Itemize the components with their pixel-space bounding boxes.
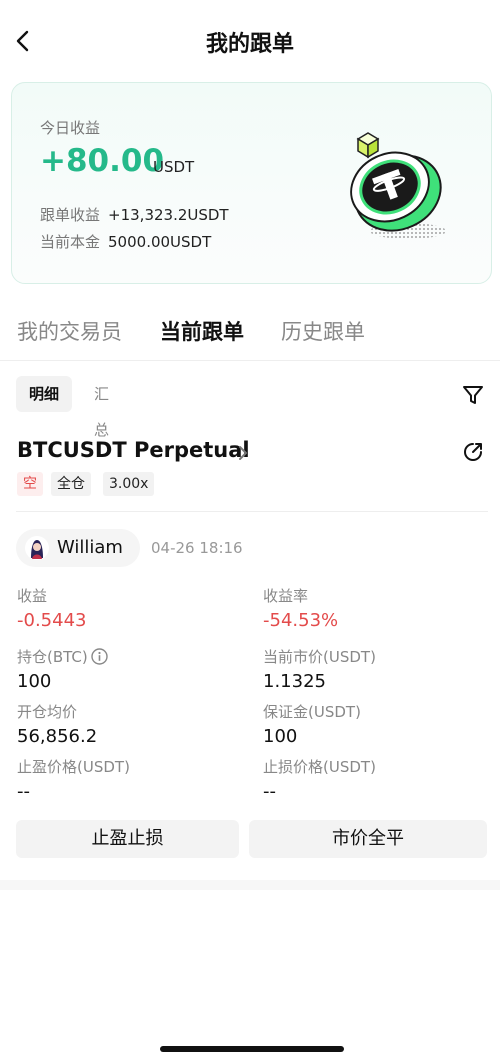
mark-price-field: 当前市价(USDT) 1.1325 bbox=[263, 646, 376, 692]
card-divider bbox=[16, 511, 488, 512]
sl-price-value: -- bbox=[263, 781, 276, 802]
entry-price-label: 开仓均价 bbox=[17, 703, 78, 721]
chevron-right-icon[interactable] bbox=[236, 443, 250, 463]
pnl-field: 收益 -0.5443 bbox=[17, 585, 86, 631]
size-value: 100 bbox=[17, 671, 52, 692]
roi-field: 收益率 -54.53% bbox=[263, 585, 338, 631]
home-indicator[interactable] bbox=[160, 1046, 344, 1052]
header: 我的跟单 bbox=[0, 0, 500, 80]
tabs-divider bbox=[0, 360, 500, 361]
tp-price-value: -- bbox=[17, 781, 30, 802]
copy-income-value: +13,323.2USDT bbox=[108, 206, 229, 224]
subtab-summary[interactable]: 汇总 bbox=[82, 376, 121, 439]
earnings-summary-card: 今日收益 +80.00 USDT 跟单收益 +13,323.2USDT 当前本金 5… bbox=[11, 82, 492, 284]
mark-price-value: 1.1325 bbox=[263, 671, 326, 692]
pnl-label: 收益 bbox=[17, 587, 48, 605]
sl-price-field: 止损价格(USDT) -- bbox=[263, 756, 376, 802]
margin-label: 保证金(USDT) bbox=[263, 703, 361, 721]
main-tabs: 我的交易员 当前跟单 历史跟单 bbox=[0, 312, 500, 352]
today-earnings-unit: USDT bbox=[153, 158, 195, 176]
size-label: 持仓(BTC) bbox=[17, 648, 88, 666]
principal-value: 5000.00USDT bbox=[108, 233, 212, 251]
tab-current-copy[interactable]: 当前跟单 bbox=[160, 316, 244, 346]
avatar-icon bbox=[25, 536, 49, 560]
trader-chip[interactable]: William bbox=[16, 529, 140, 567]
section-separator bbox=[0, 880, 500, 890]
mark-price-label: 当前市价(USDT) bbox=[263, 648, 376, 666]
margin-mode-tag: 全仓 bbox=[51, 472, 91, 496]
tether-coin-icon bbox=[350, 132, 446, 239]
pnl-value: -0.5443 bbox=[17, 610, 87, 631]
contract-name[interactable]: BTCUSDT Perpetual bbox=[17, 438, 250, 462]
margin-field: 保证金(USDT) 100 bbox=[263, 701, 361, 747]
tp-price-label: 止盈价格(USDT) bbox=[17, 758, 130, 776]
filter-icon[interactable] bbox=[461, 383, 485, 407]
tp-sl-button[interactable]: 止盈止损 bbox=[16, 820, 239, 858]
copy-income-label: 跟单收益 bbox=[40, 206, 101, 224]
share-icon[interactable] bbox=[461, 440, 485, 464]
entry-price-field: 开仓均价 56,856.2 bbox=[17, 701, 97, 747]
principal-row: 当前本金 5000.00USDT bbox=[40, 231, 211, 252]
tab-my-traders[interactable]: 我的交易员 bbox=[17, 316, 122, 346]
open-time: 04-26 18:16 bbox=[151, 539, 243, 557]
info-icon[interactable] bbox=[91, 648, 108, 665]
margin-value: 100 bbox=[263, 726, 298, 747]
subtab-details[interactable]: 明细 bbox=[16, 376, 72, 412]
tp-price-field: 止盈价格(USDT) -- bbox=[17, 756, 130, 802]
trader-name: William bbox=[57, 537, 123, 558]
leverage-tag: 3.00x bbox=[103, 472, 155, 496]
side-tag: 空 bbox=[17, 472, 43, 496]
tab-history-copy[interactable]: 历史跟单 bbox=[281, 316, 365, 346]
copy-income-row: 跟单收益 +13,323.2USDT bbox=[40, 204, 229, 225]
principal-label: 当前本金 bbox=[40, 233, 101, 251]
today-earnings-label: 今日收益 bbox=[40, 119, 101, 137]
size-label-row: 持仓(BTC) bbox=[17, 646, 108, 667]
entry-price-value: 56,856.2 bbox=[17, 726, 98, 747]
size-field: 持仓(BTC) 100 bbox=[17, 646, 108, 692]
roi-value: -54.53% bbox=[263, 610, 339, 631]
sl-price-label: 止损价格(USDT) bbox=[263, 758, 376, 776]
roi-label: 收益率 bbox=[263, 587, 309, 605]
market-close-button[interactable]: 市价全平 bbox=[249, 820, 487, 858]
today-earnings-value: +80.00 bbox=[40, 143, 165, 179]
page-title: 我的跟单 bbox=[205, 32, 294, 57]
